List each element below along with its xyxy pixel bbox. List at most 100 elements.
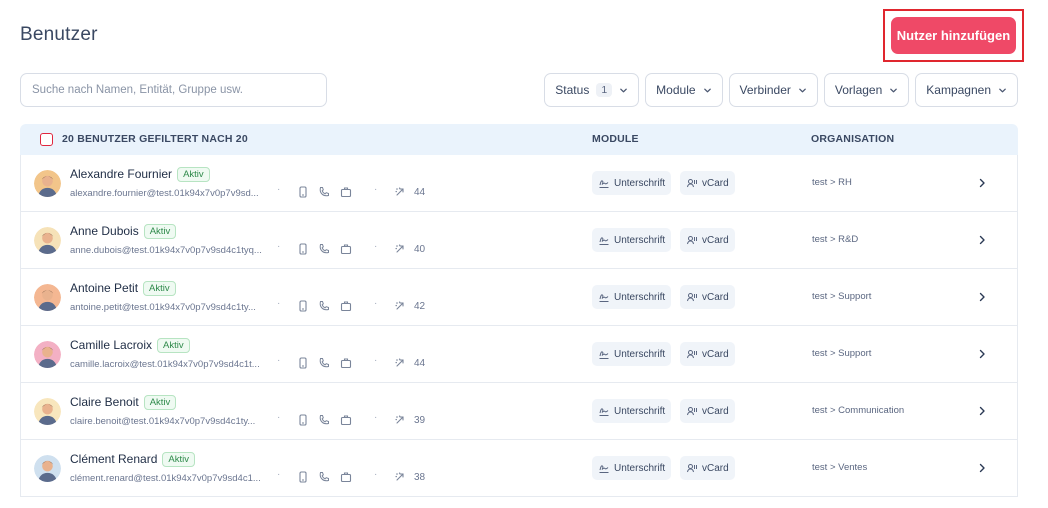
- vcard-icon: [687, 179, 697, 188]
- select-all-checkbox[interactable]: [40, 133, 53, 146]
- user-email: clément.renard@test.01k94x7v0p7v9sd4c1..…: [70, 473, 261, 484]
- signature-icon: [599, 408, 609, 416]
- table-row[interactable]: Antoine Petit Aktiv antoine.petit@test.01…: [20, 269, 1018, 326]
- link-icon: [395, 187, 404, 196]
- link-icon: [395, 244, 404, 253]
- separator-dot: ·: [277, 184, 281, 195]
- briefcase-icon: [340, 472, 352, 483]
- template-filter-label: Vorlagen: [834, 83, 883, 97]
- module-vcard[interactable]: vCard: [680, 399, 735, 423]
- table-row[interactable]: Anne Dubois Aktiv anne.dubois@test.01k94x…: [20, 212, 1018, 269]
- separator-dot: ·: [374, 298, 378, 309]
- campaign-filter-label: Kampagnen: [926, 83, 991, 97]
- engagement-score: 39: [414, 415, 426, 426]
- table-row[interactable]: Camille Lacroix Aktiv camille.lacroix@tes…: [20, 326, 1018, 383]
- chevron-right-icon[interactable]: [977, 406, 987, 416]
- module-signature[interactable]: Unterschrift: [592, 171, 672, 195]
- call-icon: [319, 415, 329, 425]
- module-signature[interactable]: Unterschrift: [592, 228, 672, 252]
- module-signature[interactable]: Unterschrift: [592, 342, 672, 366]
- page-title: Benutzer: [20, 24, 98, 45]
- module-vcard[interactable]: vCard: [680, 228, 735, 252]
- briefcase-icon: [340, 415, 352, 426]
- add-user-button[interactable]: Nutzer hinzufügen: [891, 17, 1016, 54]
- module-filter[interactable]: Module: [645, 73, 723, 107]
- table-row[interactable]: Alexandre Fournier Aktiv alexandre.fourni…: [20, 155, 1018, 212]
- module-vcard-label: vCard: [702, 348, 729, 360]
- call-icon: [319, 472, 329, 482]
- call-icon: [319, 358, 329, 368]
- link-icon: [395, 415, 404, 424]
- signature-icon: [599, 294, 609, 302]
- chevron-right-icon[interactable]: [977, 235, 987, 245]
- template-filter[interactable]: Vorlagen: [823, 73, 910, 107]
- module-vcard-label: vCard: [702, 462, 729, 474]
- phone-icon: [299, 357, 307, 369]
- module-vcard[interactable]: vCard: [680, 171, 735, 195]
- module-signature[interactable]: Unterschrift: [592, 456, 672, 480]
- call-icon: [319, 301, 329, 311]
- module-vcard[interactable]: vCard: [680, 285, 735, 309]
- chevron-down-icon: [620, 88, 628, 92]
- user-email: antoine.petit@test.01k94x7v0p7v9sd4c1ty.…: [70, 302, 256, 313]
- connector-filter[interactable]: Verbinder: [728, 73, 818, 107]
- module-signature[interactable]: Unterschrift: [592, 399, 672, 423]
- status-filter[interactable]: Status 1: [544, 73, 640, 107]
- add-user-highlight: Nutzer hinzufügen: [883, 9, 1024, 62]
- table-row[interactable]: Claire Benoit Aktiv claire.benoit@test.01…: [20, 383, 1018, 440]
- chevron-right-icon[interactable]: [977, 349, 987, 359]
- signature-icon: [599, 237, 609, 245]
- engagement-score: 40: [414, 244, 426, 255]
- chevron-right-icon[interactable]: [977, 178, 987, 188]
- phone-icon: [299, 186, 307, 198]
- link-icon: [395, 472, 404, 481]
- user-organisation: test > RH: [812, 177, 852, 188]
- module-vcard[interactable]: vCard: [680, 342, 735, 366]
- user-organisation: test > Support: [812, 348, 872, 359]
- avatar: [34, 227, 61, 254]
- module-vcard-label: vCard: [702, 291, 729, 303]
- header-users: 20 BENUTZER GEFILTERT NACH 20: [62, 133, 248, 145]
- module-vcard-label: vCard: [702, 405, 729, 417]
- status-badge: Aktiv: [143, 224, 177, 239]
- user-email: alexandre.fournier@test.01k94x7v0p7v9sd.…: [70, 188, 259, 199]
- status-badge: Aktiv: [157, 338, 190, 353]
- engagement-score: 44: [414, 187, 426, 198]
- phone-icon: [299, 243, 307, 255]
- engagement-score: 42: [414, 301, 426, 312]
- avatar: [34, 341, 61, 368]
- separator-dot: ·: [374, 241, 378, 252]
- module-signature-label: Unterschrift: [614, 177, 666, 189]
- user-name: Claire Benoit: [70, 395, 139, 409]
- module-signature-label: Unterschrift: [614, 405, 666, 417]
- avatar: [34, 284, 61, 311]
- status-badge: Aktiv: [143, 281, 176, 296]
- link-icon: [395, 301, 404, 310]
- avatar: [34, 455, 61, 482]
- vcard-icon: [687, 464, 697, 473]
- module-signature-label: Unterschrift: [614, 348, 666, 360]
- search-input[interactable]: [20, 73, 327, 107]
- header-organisation: ORGANISATION: [811, 133, 895, 145]
- table-header: 20 BENUTZER GEFILTERT NACH 20 MODULE ORG…: [20, 124, 1018, 155]
- signature-icon: [599, 351, 609, 359]
- chevron-right-icon[interactable]: [977, 463, 987, 473]
- vcard-icon: [687, 350, 697, 359]
- separator-dot: ·: [374, 184, 378, 195]
- user-organisation: test > Communication: [812, 405, 905, 416]
- status-filter-count: 1: [596, 83, 613, 97]
- module-signature[interactable]: Unterschrift: [592, 285, 672, 309]
- campaign-filter[interactable]: Kampagnen: [915, 73, 1018, 107]
- user-email: camille.lacroix@test.01k94x7v0p7v9sd4c1t…: [70, 359, 260, 370]
- status-badge: Aktiv: [162, 452, 195, 467]
- table-row[interactable]: Clément Renard Aktiv clément.renard@test.…: [20, 440, 1018, 497]
- separator-dot: ·: [277, 355, 281, 366]
- separator-dot: ·: [277, 298, 281, 309]
- separator-dot: ·: [277, 469, 281, 480]
- vcard-icon: [687, 407, 697, 416]
- module-vcard[interactable]: vCard: [680, 456, 735, 480]
- user-email: claire.benoit@test.01k94x7v0p7v9sd4c1ty.…: [70, 416, 256, 427]
- module-filter-label: Module: [656, 83, 696, 97]
- separator-dot: ·: [374, 412, 378, 423]
- chevron-right-icon[interactable]: [977, 292, 987, 302]
